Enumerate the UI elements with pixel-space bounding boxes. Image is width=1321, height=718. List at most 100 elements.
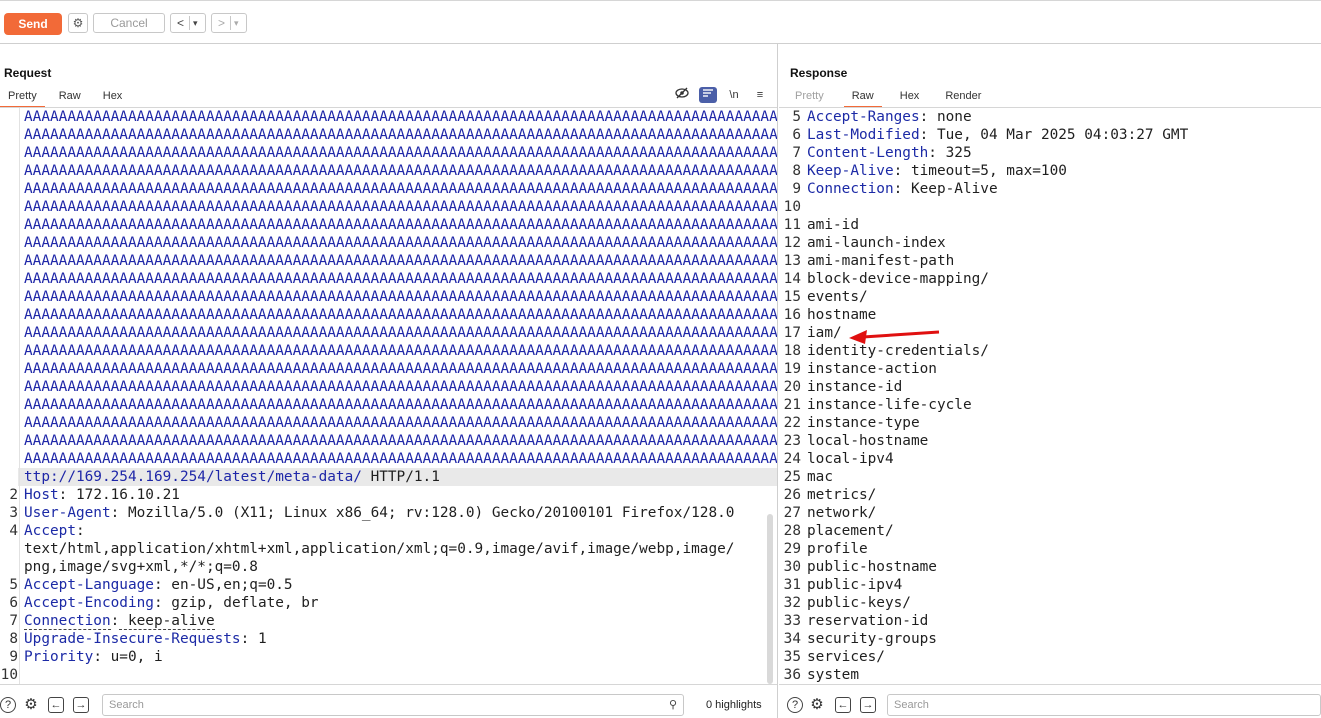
response-line: 34 security-groups [783, 630, 1321, 648]
line-number: 8 [9, 631, 18, 647]
code-line: AAAAAAAAAAAAAAAAAAAAAAAAAAAAAAAAAAAAAAAA… [0, 234, 777, 252]
header-key: Accept [24, 523, 76, 539]
payload-text: AAAAAAAAAAAAAAAAAAAAAAAAAAAAAAAAAAAAAAAA… [24, 307, 777, 323]
line-number: 31 [783, 577, 801, 593]
help-icon[interactable]: ? [0, 697, 16, 713]
line-number: 16 [783, 307, 801, 323]
tab-response-hex[interactable]: Hex [892, 86, 928, 106]
response-line: 19 instance-action [783, 360, 1321, 378]
cancel-button[interactable]: Cancel [93, 13, 165, 33]
code-line: AAAAAAAAAAAAAAAAAAAAAAAAAAAAAAAAAAAAAAAA… [0, 432, 777, 450]
arrow-right-icon[interactable]: → [860, 697, 876, 713]
header-line: 3 User-Agent: Mozilla/5.0 (X11; Linux x86… [0, 504, 777, 522]
code-line: AAAAAAAAAAAAAAAAAAAAAAAAAAAAAAAAAAAAAAAA… [0, 270, 777, 288]
tab-response-pretty[interactable]: Pretty [787, 86, 832, 106]
arrow-left-icon[interactable]: ← [835, 697, 851, 713]
response-value: events/ [807, 289, 868, 305]
request-search-bar: ? ⚙ ← → Search ⚲ 0 highlights [0, 684, 777, 718]
settings-gear-button[interactable]: ⚙ [68, 13, 88, 33]
header-line: 9 Priority: u=0, i [0, 648, 777, 666]
payload-text: AAAAAAAAAAAAAAAAAAAAAAAAAAAAAAAAAAAAAAAA… [24, 361, 777, 377]
response-value: ami-id [807, 217, 859, 233]
response-value: metrics/ [807, 487, 877, 503]
arrow-right-icon[interactable]: → [73, 697, 89, 713]
response-content: local-hostname [801, 432, 1321, 450]
response-value: Tue, 04 Mar 2025 04:03:27 GMT [928, 127, 1189, 143]
response-title: Response [790, 66, 848, 80]
request-scrollbar[interactable] [767, 514, 773, 684]
response-value: ami-launch-index [807, 235, 946, 251]
request-search-input[interactable]: Search ⚲ [102, 694, 684, 716]
help-icon[interactable]: ? [787, 697, 803, 713]
response-value: system [807, 667, 859, 683]
tab-request-raw[interactable]: Raw [51, 86, 89, 106]
response-line: 35 services/ [783, 648, 1321, 666]
line-number [0, 540, 18, 558]
wrap-lines-icon[interactable] [699, 87, 717, 103]
line-number [0, 450, 18, 468]
response-content: Connection: Keep-Alive [801, 180, 1321, 198]
line-number: 10 [0, 667, 18, 683]
tab-request-pretty[interactable]: Pretty [0, 86, 45, 108]
response-value: network/ [807, 505, 877, 521]
response-line: 16 hostname [783, 306, 1321, 324]
code-line: AAAAAAAAAAAAAAAAAAAAAAAAAAAAAAAAAAAAAAAA… [0, 342, 777, 360]
header-value: keep-alive [119, 613, 215, 630]
chevron-down-icon[interactable]: ▾ [193, 14, 198, 32]
response-value: profile [807, 541, 868, 557]
line-number [0, 144, 18, 162]
response-line: 24 local-ipv4 [783, 450, 1321, 468]
response-editor[interactable]: 5 Accept-Ranges: none 6 Last-Modified: Tue,… [783, 108, 1321, 685]
response-value: hostname [807, 307, 877, 323]
gear-icon[interactable]: ⚙ [809, 697, 825, 713]
response-line: 10 [783, 198, 1321, 216]
header-colon: : [919, 109, 929, 125]
response-value: public-ipv4 [807, 577, 903, 593]
code-line: AAAAAAAAAAAAAAAAAAAAAAAAAAAAAAAAAAAAAAAA… [0, 144, 777, 162]
response-value: instance-action [807, 361, 937, 377]
history-back-button[interactable]: < ▾ [170, 13, 206, 33]
menu-icon[interactable]: ≡ [751, 87, 769, 103]
request-view-tools: \n ≡ [673, 87, 769, 103]
response-value: timeout=5, max=100 [902, 163, 1067, 179]
response-content: mac [801, 468, 1321, 486]
response-content: metrics/ [801, 486, 1321, 504]
payload-text: AAAAAAAAAAAAAAAAAAAAAAAAAAAAAAAAAAAAAAAA… [24, 343, 777, 359]
line-number [0, 270, 18, 288]
line-number: 32 [783, 595, 801, 611]
line-number: 21 [783, 397, 801, 413]
chevron-down-icon[interactable]: ▾ [234, 14, 239, 32]
arrow-left-icon[interactable]: ← [48, 697, 64, 713]
line-number [0, 108, 18, 126]
line-number: 20 [783, 379, 801, 395]
response-line: 12 ami-launch-index [783, 234, 1321, 252]
line-number [0, 198, 18, 216]
request-title: Request [4, 66, 52, 80]
response-content: instance-type [801, 414, 1321, 432]
line-number: 14 [783, 271, 801, 287]
header-colon: : [153, 577, 163, 593]
response-line: 20 instance-id [783, 378, 1321, 396]
line-number: 17 [783, 325, 801, 341]
hide-nonprintable-icon[interactable] [673, 87, 691, 103]
tab-response-render[interactable]: Render [937, 86, 989, 106]
response-line: 29 profile [783, 540, 1321, 558]
newline-icon[interactable]: \n [725, 87, 743, 103]
request-editor[interactable]: AAAAAAAAAAAAAAAAAAAAAAAAAAAAAAAAAAAAAAAA… [0, 108, 777, 685]
line-number: 34 [783, 631, 801, 647]
header-content: Accept: [18, 522, 777, 540]
tab-request-hex[interactable]: Hex [95, 86, 131, 106]
line-number: 35 [783, 649, 801, 665]
history-forward-button[interactable]: > ▾ [211, 13, 247, 33]
send-button[interactable]: Send [4, 13, 62, 35]
tab-response-raw[interactable]: Raw [843, 86, 882, 108]
header-colon: : [928, 145, 937, 161]
line-number [0, 378, 18, 396]
payload-text: AAAAAAAAAAAAAAAAAAAAAAAAAAAAAAAAAAAAAAAA… [24, 451, 777, 467]
response-search-input[interactable]: Search [887, 694, 1321, 716]
line-number [0, 216, 18, 234]
line-number [0, 234, 18, 252]
response-line: 30 public-hostname [783, 558, 1321, 576]
gear-icon[interactable]: ⚙ [23, 697, 39, 713]
response-line: 13 ami-manifest-path [783, 252, 1321, 270]
